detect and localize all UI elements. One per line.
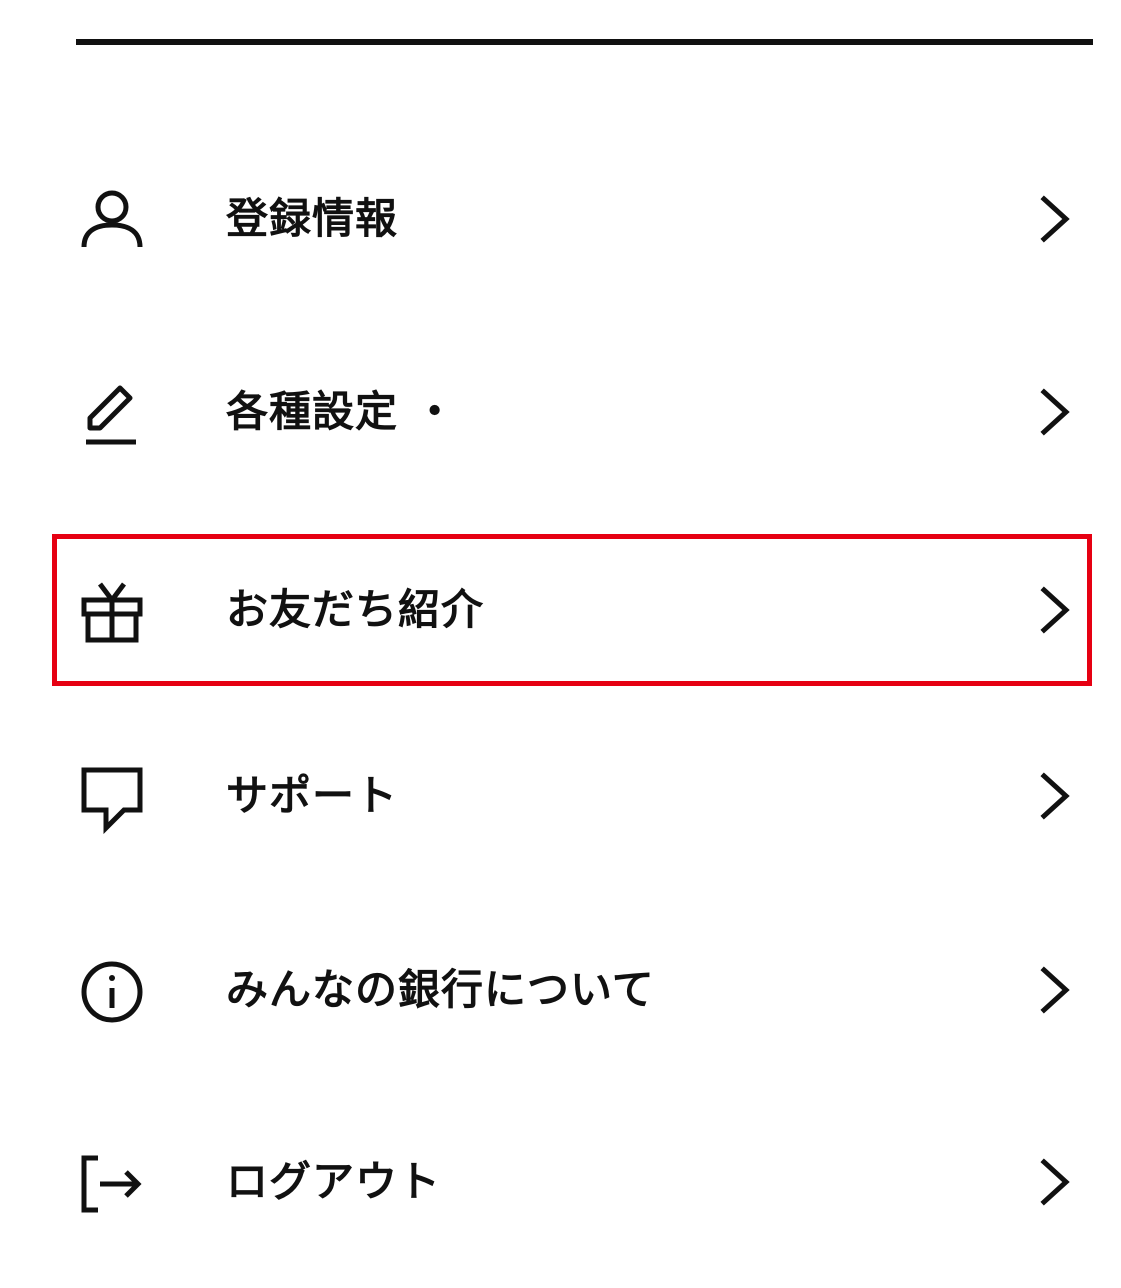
- menu-item-friend-referral[interactable]: お友だち紹介: [52, 534, 1092, 686]
- info-icon: [76, 956, 148, 1028]
- menu-item-label: 登録情報: [226, 194, 399, 243]
- chevron-right-icon: [1038, 772, 1072, 820]
- menu-item-label: お友だち紹介: [226, 585, 485, 634]
- chevron-right-icon: [1038, 586, 1072, 634]
- person-icon: [76, 185, 148, 257]
- menu-item-logout[interactable]: ログアウト: [52, 1106, 1092, 1258]
- pencil-icon: [76, 378, 148, 450]
- menu-item-label: ログアウト: [226, 1157, 442, 1206]
- chevron-right-icon: [1038, 388, 1072, 436]
- menu-item-registration-info[interactable]: 登録情報: [52, 143, 1092, 295]
- menu-item-support[interactable]: サポート: [52, 720, 1092, 872]
- account-menu: 登録情報 各種設定 ・ お友だち紹介 サポート みんなの銀行について ログアウト: [0, 0, 1121, 1288]
- menu-item-label: みんなの銀行について: [226, 965, 655, 1014]
- menu-item-about-bank[interactable]: みんなの銀行について: [52, 914, 1092, 1066]
- gift-icon: [76, 576, 148, 648]
- logout-icon: [76, 1148, 148, 1220]
- chat-bubble-icon: [76, 762, 148, 834]
- chevron-right-icon: [1038, 966, 1072, 1014]
- menu-item-label: サポート: [226, 771, 399, 820]
- chevron-right-icon: [1038, 1158, 1072, 1206]
- menu-item-settings[interactable]: 各種設定 ・: [52, 336, 1092, 488]
- chevron-right-icon: [1038, 195, 1072, 243]
- menu-item-label: 各種設定 ・: [226, 387, 457, 436]
